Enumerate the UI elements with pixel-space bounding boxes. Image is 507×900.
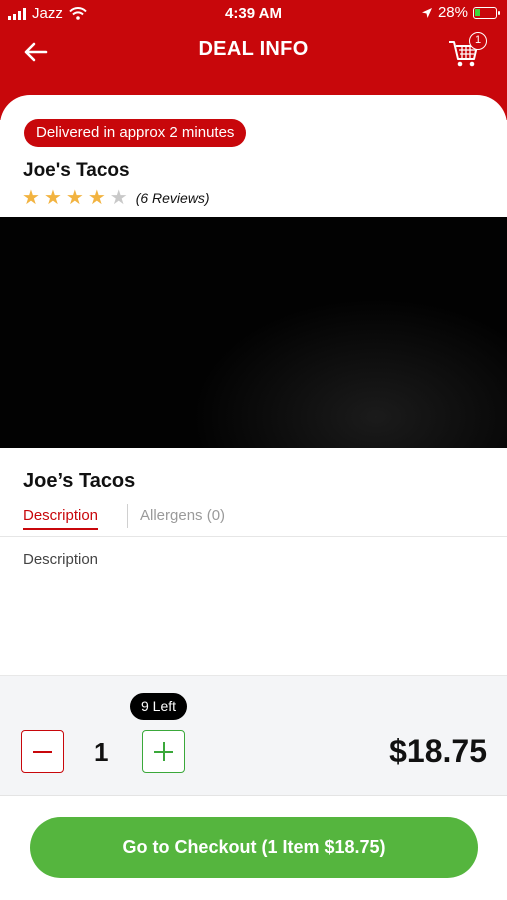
battery-percent: 28% [437,4,468,21]
star-icon: ★ [65,187,84,209]
increase-quantity-button[interactable] [142,730,185,773]
item-description: Description [23,551,99,568]
cart-button[interactable]: 1 [447,32,487,68]
star-rating: ★ ★ ★ ★ ★ [22,188,128,208]
star-icon: ★ [109,187,128,209]
star-icon: ★ [87,187,106,209]
tab-description[interactable]: Description [23,507,99,530]
item-price: $18.75 [389,733,487,769]
store-name: Joe's Tacos [23,160,130,181]
tab-allergens[interactable]: Allergens (0) [140,507,225,524]
tab-bar: Description Allergens (0) [0,500,507,537]
star-icon: ★ [22,187,40,209]
item-title: Joe’s Tacos [23,470,136,492]
quantity-value: 1 [94,737,109,767]
stock-left-badge: 9 Left [130,693,188,720]
cart-count-badge: 1 [469,32,487,50]
tab-divider [127,504,128,528]
status-bar: Jazz 4:39 AM 28% [0,0,507,26]
rating-row: ★ ★ ★ ★ ★ (6 Reviews) [22,188,210,208]
page-title: DEAL INFO [198,38,309,60]
checkout-button[interactable]: Go to Checkout (1 Item $18.75) [30,817,478,878]
reviews-link[interactable]: (6 Reviews) [136,190,210,206]
battery-fill [475,8,480,16]
star-icon: ★ [43,187,62,209]
decrease-quantity-button[interactable] [21,730,64,773]
location-arrow-icon [421,7,432,18]
delivery-time-pill: Delivered in approx 2 minutes [24,119,247,147]
deal-image [0,217,507,448]
battery-icon [473,6,500,19]
